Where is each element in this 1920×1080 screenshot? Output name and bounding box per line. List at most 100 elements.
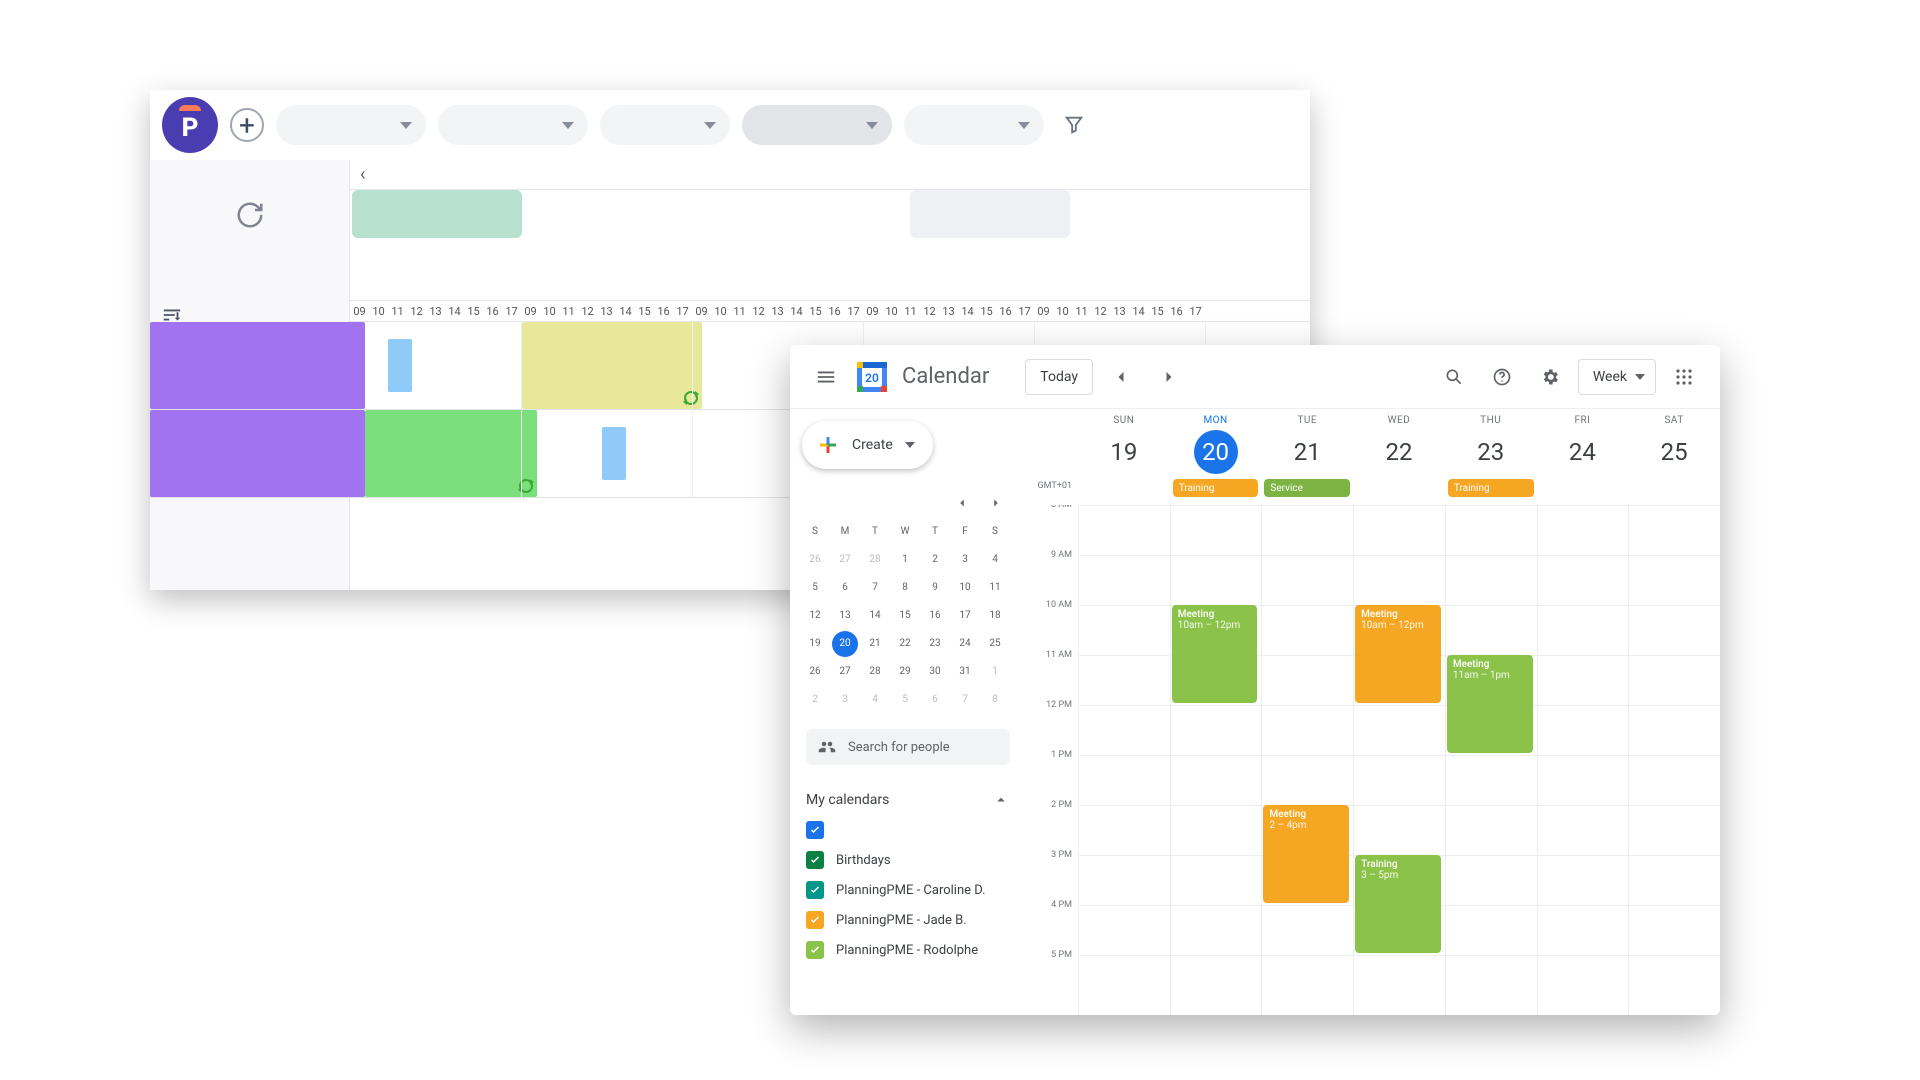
mini-day[interactable]: 20	[832, 631, 858, 657]
calendar-checkbox[interactable]	[806, 941, 824, 959]
task-block[interactable]	[602, 427, 626, 479]
mini-day[interactable]: 2	[922, 547, 948, 573]
today-button[interactable]: Today	[1025, 359, 1093, 395]
calendar-event[interactable]: Meeting10am – 12pm	[1172, 605, 1258, 703]
task-block[interactable]	[388, 339, 412, 391]
mini-day[interactable]: 8	[892, 575, 918, 601]
filter-dropdown-3[interactable]	[600, 105, 730, 145]
mini-day[interactable]: 26	[802, 547, 828, 573]
view-selector[interactable]: Week	[1578, 359, 1656, 395]
allday-cell[interactable]: Training	[1445, 479, 1537, 501]
mini-day[interactable]: 24	[952, 631, 978, 657]
day-header[interactable]: THU23	[1445, 409, 1537, 489]
mini-day[interactable]: 9	[922, 575, 948, 601]
filter-dropdown-2[interactable]	[438, 105, 588, 145]
day-header[interactable]: MON20	[1170, 409, 1262, 489]
mini-day[interactable]: 22	[892, 631, 918, 657]
mini-day[interactable]: 15	[892, 603, 918, 629]
mini-day[interactable]: 7	[862, 575, 888, 601]
mini-day[interactable]: 28	[862, 659, 888, 685]
day-header[interactable]: SAT25	[1628, 409, 1720, 489]
calendar-event[interactable]: Meeting2 – 4pm	[1263, 805, 1349, 903]
hamburger-menu-icon[interactable]	[806, 357, 846, 397]
calendar-checkbox[interactable]	[806, 911, 824, 929]
mini-day[interactable]: 7	[952, 687, 978, 713]
mini-day[interactable]: 4	[982, 547, 1008, 573]
calendar-checkbox[interactable]	[806, 821, 824, 839]
mini-day[interactable]: 14	[862, 603, 888, 629]
task-block[interactable]	[150, 322, 365, 409]
mini-day[interactable]: 28	[862, 547, 888, 573]
filter-icon[interactable]	[1056, 107, 1092, 143]
help-icon[interactable]	[1482, 357, 1522, 397]
prev-period-button[interactable]: ‹	[360, 164, 365, 185]
calendar-event[interactable]: Meeting10am – 12pm	[1355, 605, 1441, 703]
mini-day[interactable]: 3	[952, 547, 978, 573]
mini-day[interactable]: 5	[802, 575, 828, 601]
allday-cell[interactable]	[1628, 479, 1720, 501]
mini-day[interactable]: 13	[832, 603, 858, 629]
mini-day[interactable]: 21	[862, 631, 888, 657]
mini-day[interactable]: 11	[982, 575, 1008, 601]
mini-day[interactable]: 27	[832, 659, 858, 685]
refresh-button[interactable]	[150, 160, 349, 270]
mini-day[interactable]: 18	[982, 603, 1008, 629]
filter-dropdown-4[interactable]	[742, 105, 892, 145]
day-header[interactable]: FRI24	[1537, 409, 1629, 489]
prev-week-button[interactable]	[1101, 357, 1141, 397]
calendar-item[interactable]: PlanningPME - Rodolphe	[806, 941, 1010, 959]
allday-cell[interactable]: Service	[1261, 479, 1353, 501]
calendar-event[interactable]: Meeting11am – 1pm	[1447, 655, 1533, 753]
allday-event[interactable]: Service	[1264, 479, 1350, 497]
mini-day[interactable]: 1	[892, 547, 918, 573]
mini-day[interactable]: 8	[982, 687, 1008, 713]
calendar-item[interactable]: Birthdays	[806, 851, 1010, 869]
mini-day[interactable]: 30	[922, 659, 948, 685]
mini-day[interactable]: 19	[802, 631, 828, 657]
mini-day[interactable]: 16	[922, 603, 948, 629]
mini-day[interactable]: 2	[802, 687, 828, 713]
day-header[interactable]: TUE21	[1261, 409, 1353, 489]
calendar-event[interactable]: Training3 – 5pm	[1355, 855, 1441, 953]
mini-day[interactable]: 6	[832, 575, 858, 601]
mini-next-month[interactable]	[984, 491, 1008, 515]
google-apps-icon[interactable]	[1664, 357, 1704, 397]
day-header[interactable]: WED22	[1353, 409, 1445, 489]
filter-dropdown-5[interactable]	[904, 105, 1044, 145]
mini-day[interactable]: 12	[802, 603, 828, 629]
mini-day[interactable]: 26	[802, 659, 828, 685]
filter-dropdown-1[interactable]	[276, 105, 426, 145]
mini-day[interactable]: 23	[922, 631, 948, 657]
task-block[interactable]	[150, 410, 365, 497]
mini-day[interactable]: 10	[952, 575, 978, 601]
create-button[interactable]: Create	[802, 421, 933, 469]
mini-day[interactable]: 3	[832, 687, 858, 713]
calendar-checkbox[interactable]	[806, 851, 824, 869]
next-week-button[interactable]	[1149, 357, 1189, 397]
search-people-input[interactable]: Search for people	[806, 729, 1010, 765]
mini-day[interactable]: 17	[952, 603, 978, 629]
search-icon[interactable]	[1434, 357, 1474, 397]
calendar-item[interactable]: PlanningPME - Caroline D.	[806, 881, 1010, 899]
mini-day[interactable]: 5	[892, 687, 918, 713]
calendar-checkbox[interactable]	[806, 881, 824, 899]
mini-day[interactable]: 4	[862, 687, 888, 713]
add-button[interactable]: +	[230, 108, 264, 142]
mini-day[interactable]: 6	[922, 687, 948, 713]
mini-day[interactable]: 25	[982, 631, 1008, 657]
day-header[interactable]: SUN19	[1078, 409, 1170, 489]
allday-cell[interactable]: Training	[1170, 479, 1262, 501]
allday-event[interactable]: Training	[1448, 479, 1534, 497]
settings-gear-icon[interactable]	[1530, 357, 1570, 397]
mini-prev-month[interactable]	[950, 491, 974, 515]
mini-day[interactable]: 27	[832, 547, 858, 573]
allday-cell[interactable]	[1353, 479, 1445, 501]
mini-day[interactable]: 31	[952, 659, 978, 685]
calendar-item[interactable]	[806, 821, 1010, 839]
task-block[interactable]	[522, 322, 702, 409]
calendar-item[interactable]: PlanningPME - Jade B.	[806, 911, 1010, 929]
allday-event[interactable]: Training	[1173, 479, 1259, 497]
mini-day[interactable]: 1	[982, 659, 1008, 685]
allday-cell[interactable]	[1537, 479, 1629, 501]
my-calendars-toggle[interactable]: My calendars	[806, 791, 1010, 809]
